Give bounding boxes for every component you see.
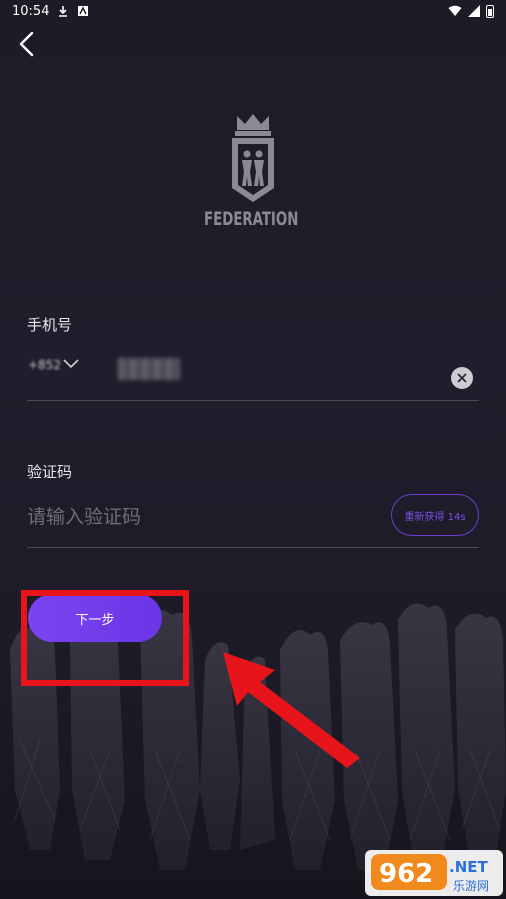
resend-code-button[interactable]: 重新获得 14s <box>391 494 479 536</box>
watermark: 962 .NET 乐游网 <box>365 848 503 896</box>
svg-text:.NET: .NET <box>449 858 488 876</box>
back-chevron-icon[interactable] <box>14 30 42 58</box>
svg-text:962: 962 <box>379 859 433 889</box>
svg-text:乐游网: 乐游网 <box>453 879 489 893</box>
app-notification-icon <box>78 6 89 16</box>
phone-input[interactable] <box>118 358 180 380</box>
wifi-icon <box>448 5 462 16</box>
logo-text: FEDERATION <box>204 208 298 230</box>
code-input[interactable] <box>27 501 367 533</box>
phone-label: 手机号 <box>27 316 73 334</box>
code-label: 验证码 <box>27 463 73 481</box>
country-code[interactable]: +852 <box>28 358 61 372</box>
code-divider <box>27 547 479 548</box>
battery-icon <box>486 4 494 18</box>
download-icon <box>59 6 68 17</box>
chevron-down-icon[interactable] <box>62 358 80 370</box>
status-time: 10:54 <box>12 3 50 19</box>
status-bar: 10:54 <box>0 0 506 22</box>
clear-icon <box>457 373 467 383</box>
clear-button[interactable] <box>451 367 473 389</box>
annotation-highlight-box <box>21 590 189 686</box>
signal-icon <box>468 5 480 17</box>
watermark-logo-icon: 962 .NET 乐游网 <box>365 850 503 896</box>
phone-divider <box>27 400 479 401</box>
logo-wordmark: FEDERATION <box>204 208 299 230</box>
annotation-arrow-icon <box>223 652 360 768</box>
